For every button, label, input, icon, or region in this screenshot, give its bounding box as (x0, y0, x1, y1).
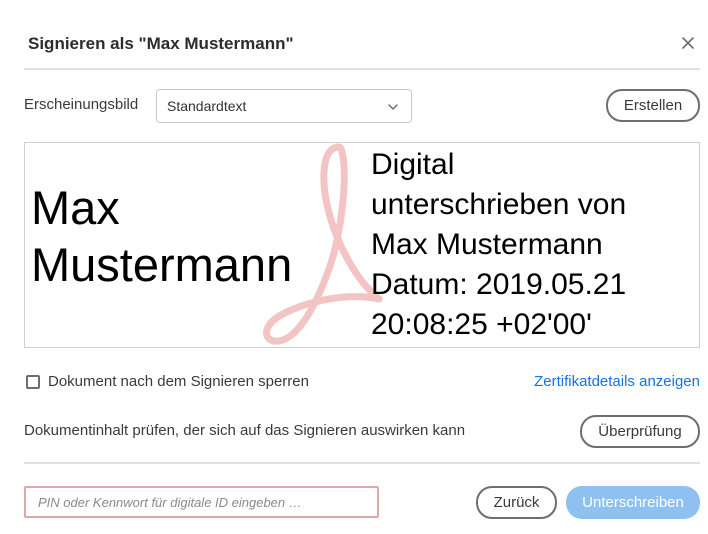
title-divider (24, 68, 700, 70)
chevron-down-icon (387, 100, 399, 116)
signature-preview: Max Mustermann Digital unterschrieben vo… (24, 142, 700, 348)
signature-detail-line: Max Mustermann (371, 228, 603, 261)
certificate-details-link[interactable]: Zertifikatdetails anzeigen (534, 373, 700, 390)
sign-button[interactable]: Unterschreiben (566, 486, 700, 519)
appearance-select[interactable]: Standardtext (156, 89, 412, 123)
footer-divider (24, 462, 700, 464)
pin-password-input[interactable] (24, 486, 379, 518)
appearance-select-value: Standardtext (167, 98, 247, 114)
lock-document-option[interactable]: Dokument nach dem Signieren sperren (26, 373, 309, 390)
lock-document-label: Dokument nach dem Signieren sperren (48, 373, 309, 390)
review-description: Dokumentinhalt prüfen, der sich auf das … (24, 422, 466, 439)
signature-detail-line: 20:08:25 +02'00' (371, 308, 592, 341)
lock-document-checkbox[interactable] (26, 374, 40, 389)
signature-detail-line: unterschrieben von (371, 188, 627, 221)
review-button[interactable]: Überprüfung (580, 415, 700, 448)
signature-name: Max Mustermann (31, 179, 292, 293)
signature-details: Digital unterschrieben von Max Musterman… (371, 145, 626, 345)
create-button[interactable]: Erstellen (606, 89, 700, 122)
close-icon (681, 36, 695, 55)
signature-detail-line: Datum: 2019.05.21 (371, 268, 627, 301)
sign-dialog: Signieren als "Max Mustermann" Erscheinu… (0, 0, 708, 534)
signature-name-line-1: Max (31, 181, 120, 234)
back-button[interactable]: Zurück (476, 486, 557, 519)
signature-detail-line: Digital (371, 148, 455, 181)
dialog-title: Signieren als "Max Mustermann" (28, 34, 294, 53)
close-button[interactable] (678, 35, 698, 55)
signature-name-line-2: Mustermann (31, 238, 293, 291)
appearance-label: Erscheinungsbild (24, 96, 139, 113)
